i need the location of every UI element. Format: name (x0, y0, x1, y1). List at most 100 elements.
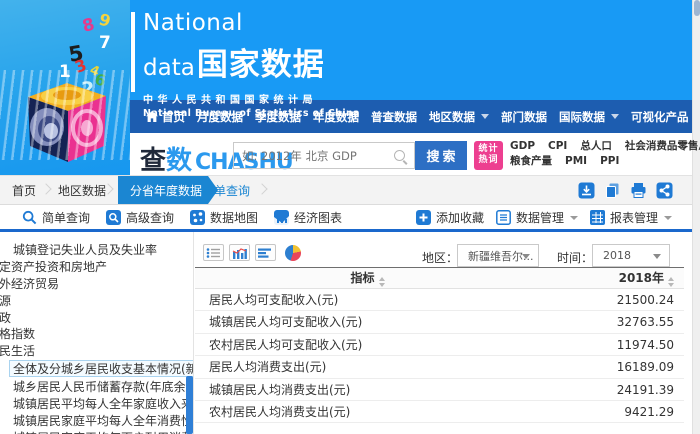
sidebar-item[interactable]: 价格指数 (0, 326, 193, 343)
search-input[interactable] (234, 149, 394, 163)
report-manage-menu[interactable]: 报表管理 (590, 209, 672, 226)
table-row[interactable]: 城镇居民人均可支配收入(元) 32763.55 (195, 311, 684, 333)
sidebar-item[interactable]: 能源 (0, 293, 193, 310)
query-toolbar: 简单查询 高级查询 数据地图 (0, 206, 692, 229)
advanced-search-icon (106, 210, 121, 225)
hot-word-gdp[interactable]: GDP (510, 139, 535, 154)
chart-icon (274, 210, 289, 225)
breadcrumb-home[interactable]: 首页 (12, 176, 36, 204)
simple-query-button[interactable]: 简单查询 (22, 209, 90, 226)
time-dropdown[interactable]: 2018 (592, 244, 670, 267)
sidebar-item[interactable]: 城镇居民家庭平均每百户耐用消费品拥有量 (0, 430, 193, 434)
logo-cube-area: 8 9 7 5 3 4 1 6 2 (0, 0, 130, 175)
breadcrumb-region-data[interactable]: 地区数据 (58, 176, 106, 204)
sidebar-scrollbar-thumb[interactable] (186, 376, 193, 434)
hot-word-grain[interactable]: 粮食产量 (510, 154, 552, 169)
value-cell: 32763.55 (540, 311, 684, 332)
svg-text:9: 9 (97, 10, 113, 31)
indicator-cell: 居民人均消费支出(元) (195, 356, 540, 377)
indicator-cell: 农村居民人均可支配收入(元) (195, 334, 540, 355)
search-box (233, 142, 415, 169)
chevron-down-icon (653, 254, 661, 259)
sidebar-item[interactable]: 城镇居民家庭平均每人全年消费性支出 (0, 413, 193, 430)
economic-charts-button[interactable]: 经济图表 (274, 209, 342, 226)
hot-word-retail[interactable]: 社会消费品零售总额 (625, 139, 700, 154)
sidebar-item[interactable]: 城乡居民人民币储蓄存款(年底余额) (0, 379, 193, 396)
sidebar-item[interactable]: 固定资产投资和房地产 (0, 259, 193, 276)
subtitle-en: National Bureau of Statistics of China (143, 108, 360, 119)
hot-words-badge: 统计 热词 (474, 141, 503, 170)
table-row[interactable]: 居民人均可支配收入(元) 21500.24 (195, 289, 684, 311)
search-outline-icon (22, 210, 37, 225)
sidebar-item[interactable]: 人民生活 (0, 343, 193, 360)
title-national: National (143, 10, 360, 36)
advanced-query-button[interactable]: 高级查询 (106, 209, 174, 226)
search-button[interactable]: 搜索 (415, 141, 467, 170)
nav-item-visualization[interactable]: 可视化产品 (625, 109, 695, 125)
main-content: 地区： 新疆维吾尔... 时间： 2018 指标 2018年 居民人均可 (195, 232, 692, 434)
table-row[interactable]: 农村居民人均可支配收入(元) 11974.50 (195, 334, 684, 356)
print-icon[interactable] (630, 182, 647, 199)
sort-icon[interactable] (379, 277, 385, 287)
table-header-row: 指标 2018年 (195, 267, 684, 289)
data-map-button[interactable]: 数据地图 (190, 209, 258, 226)
chevron-down-icon (481, 114, 489, 119)
title-cn: 国家数据 (197, 39, 325, 84)
region-dropdown[interactable]: 新疆维吾尔... (457, 244, 539, 267)
section-divider (0, 229, 692, 232)
sort-icon[interactable] (668, 277, 674, 287)
search-icon (394, 150, 405, 161)
nav-item-census[interactable]: 普查数据 (365, 109, 423, 125)
site-title: National data 国家数据 中华人民共和国国家统计局 National… (143, 10, 360, 119)
data-manage-menu[interactable]: 数据管理 (496, 209, 578, 226)
plus-icon (416, 210, 431, 225)
brand-shu: 数 (166, 140, 192, 177)
sidebar-item[interactable]: 城镇登记失业人员及失业率 (0, 242, 193, 259)
table-icon (590, 210, 605, 225)
page-scrollbar-thumb[interactable] (694, 0, 700, 16)
time-filter-label: 时间： (557, 249, 593, 266)
hot-word-pmi[interactable]: PMI (565, 154, 587, 169)
indicator-column-header[interactable]: 指标 (195, 268, 540, 288)
chevron-down-icon (664, 216, 672, 220)
banner-divider (131, 12, 135, 92)
nav-item-department[interactable]: 部门数据 (495, 109, 553, 125)
table-row[interactable]: 居民人均消费支出(元) 16189.09 (195, 356, 684, 378)
value-cell: 24191.39 (540, 379, 684, 400)
indicator-list: 城镇登记失业人员及失业率 固定资产投资和房地产 对外经济贸易 能源 财政 价格指… (0, 232, 193, 434)
hot-word-cpi[interactable]: CPI (548, 139, 567, 154)
download-icon[interactable] (578, 182, 595, 199)
map-icon (190, 210, 205, 225)
page-scrollbar[interactable] (692, 0, 700, 434)
sidebar-item-selected[interactable]: 全体及分城乡居民收支基本情况(新口径) (0, 360, 193, 379)
chevron-down-icon (522, 254, 530, 259)
value-cell: 16189.09 (540, 356, 684, 377)
indicator-cell: 居民人均可支配收入(元) (195, 289, 540, 310)
hot-word-population[interactable]: 总人口 (580, 139, 612, 154)
nav-item-regional[interactable]: 地区数据 (423, 109, 495, 125)
indicator-sidebar: 城镇登记失业人员及失业率 固定资产投资和房地产 对外经济贸易 能源 财政 价格指… (0, 232, 194, 434)
sidebar-item[interactable]: 对外经济贸易 (0, 276, 193, 293)
nav-item-international[interactable]: 国际数据 (553, 109, 625, 125)
title-data: data (143, 55, 195, 81)
copy-icon[interactable] (604, 182, 621, 199)
table-row[interactable]: 农村居民人均消费支出(元) 9421.29 (195, 401, 684, 423)
subtitle-cn: 中华人民共和国国家统计局 (143, 91, 360, 106)
hot-word-ppi[interactable]: PPI (600, 154, 619, 169)
breadcrumb: 首页 地区数据 分省年度数据 简单查询 (0, 175, 692, 205)
add-favorite-button[interactable]: 添加收藏 (416, 209, 484, 226)
sidebar-item[interactable]: 城镇居民平均每人全年家庭收入来源 (0, 396, 193, 413)
search-section: 查 数 CHASHU 搜索 统计 热词 GDP CPI 总人口 社会消费品零售总… (130, 133, 692, 175)
svg-text:7: 7 (99, 33, 111, 53)
tab-simple-query[interactable]: 简单查询 (202, 176, 250, 204)
national-data-page: 8 9 7 5 3 4 1 6 2 National data 国家数据 (0, 0, 700, 434)
nav-item-publications[interactable]: 出版物 (695, 109, 700, 125)
indicator-cell: 农村居民人均消费支出(元) (195, 401, 540, 422)
filters: 地区： 新疆维吾尔... 时间： 2018 (195, 232, 692, 272)
region-filter-label: 地区： (422, 249, 458, 266)
share-icon[interactable] (656, 182, 673, 199)
year-column-header[interactable]: 2018年 (540, 268, 684, 288)
list-icon (496, 210, 511, 225)
table-row[interactable]: 城镇居民人均消费支出(元) 24191.39 (195, 379, 684, 401)
sidebar-item[interactable]: 财政 (0, 310, 193, 327)
